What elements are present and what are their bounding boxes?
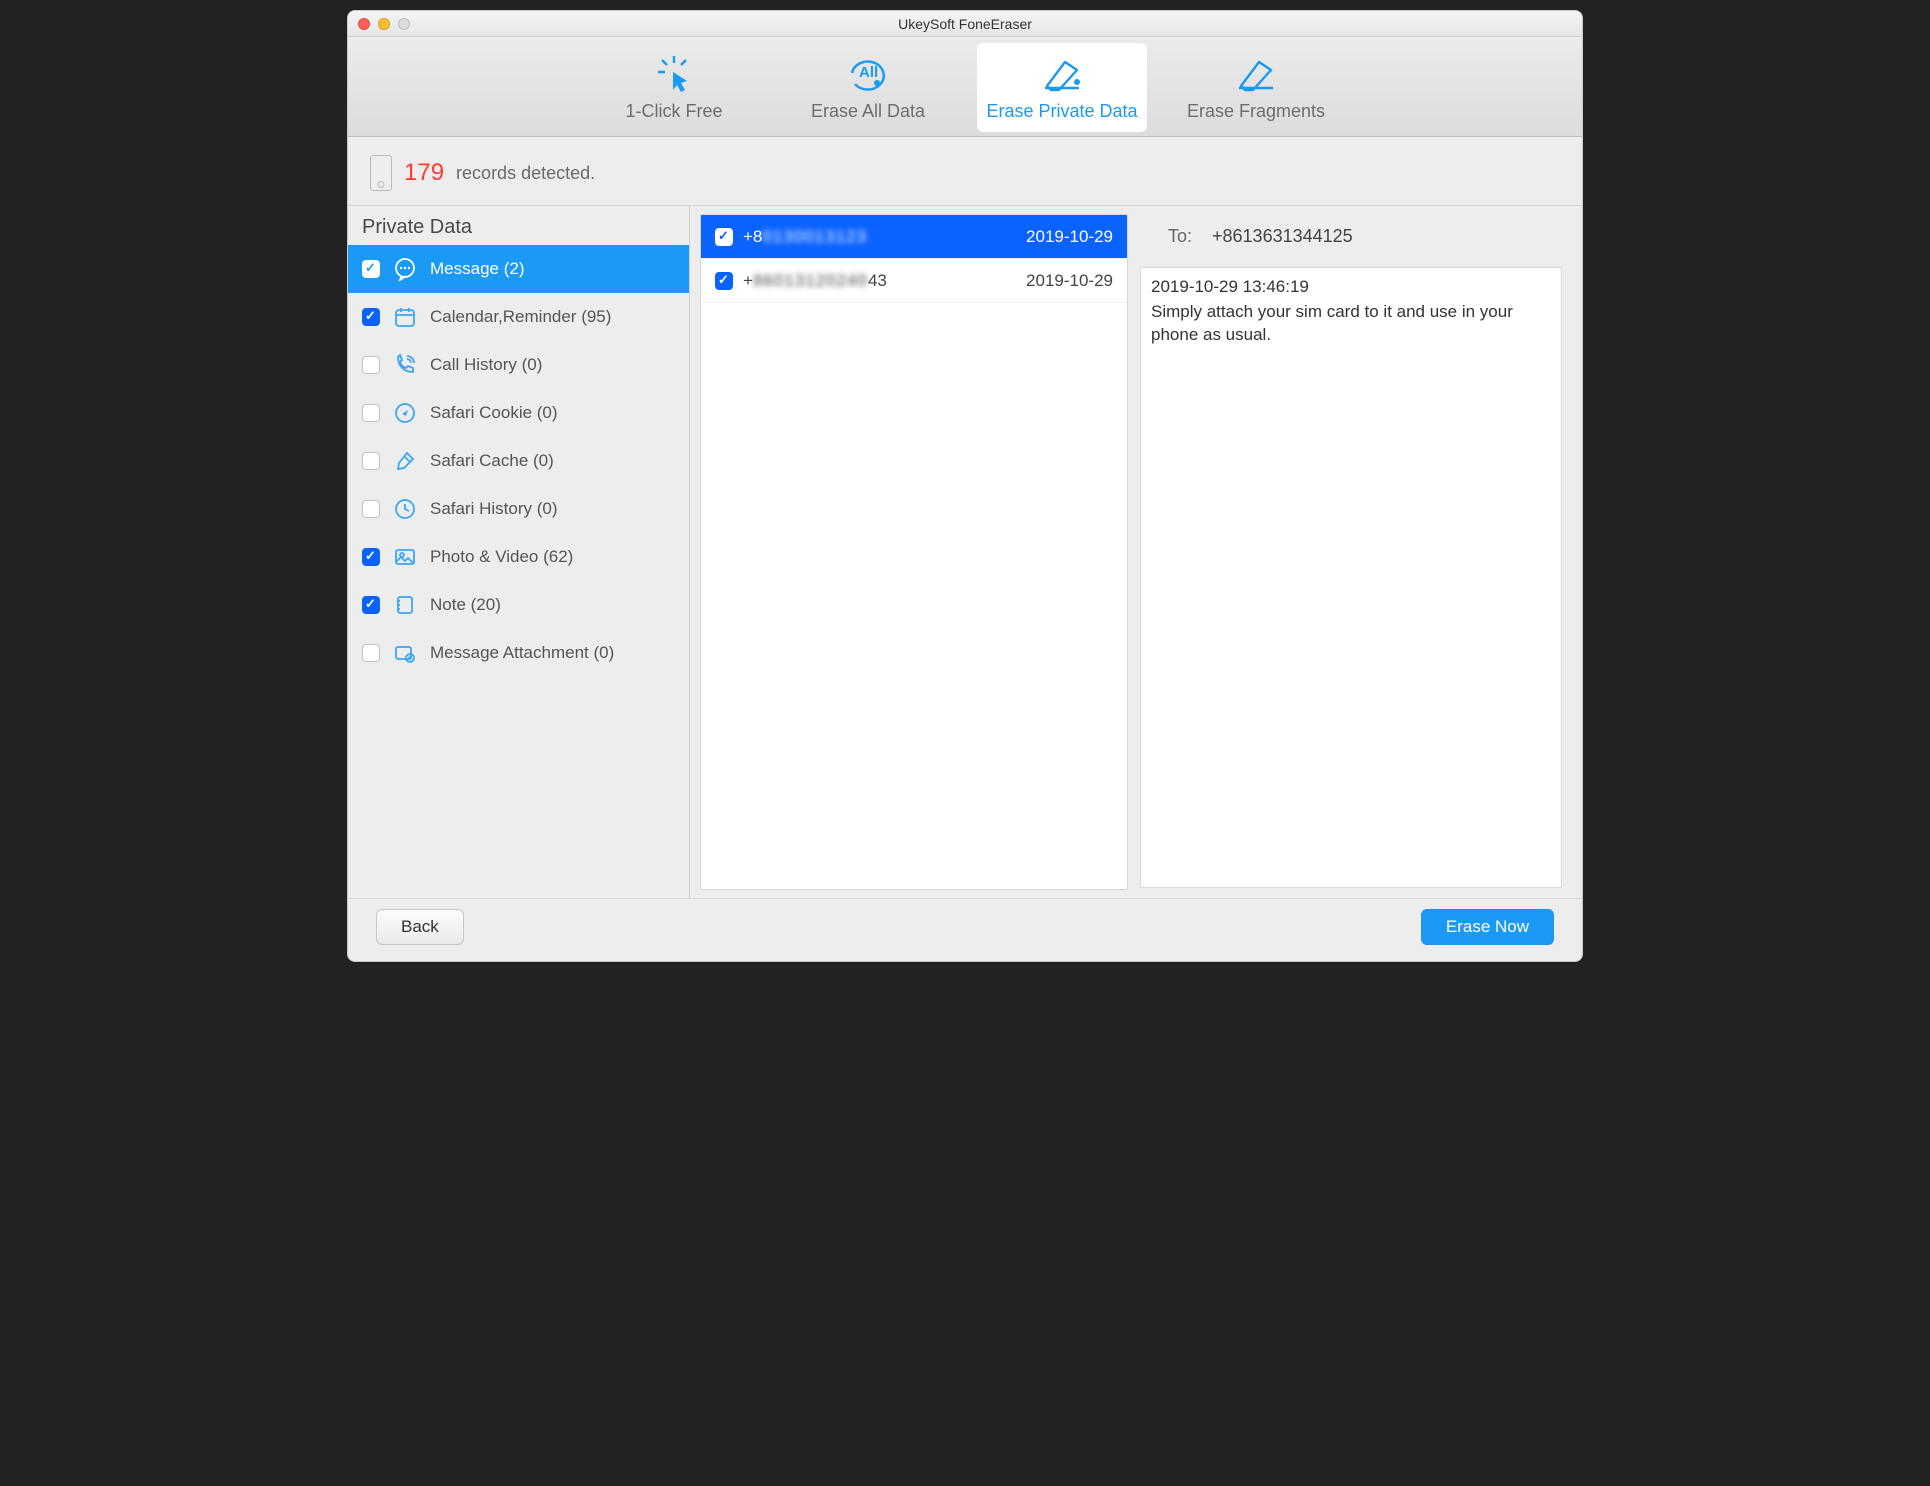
attachment-icon xyxy=(392,640,418,666)
detail-to-label: To: xyxy=(1168,226,1192,247)
sidebar-item-0[interactable]: Message (2) xyxy=(348,245,689,293)
checkbox[interactable] xyxy=(362,308,380,326)
tab-erase-fragments[interactable]: Erase Fragments xyxy=(1171,43,1341,132)
footer: Back Erase Now xyxy=(348,898,1582,961)
sidebar-item-7[interactable]: Note (20) xyxy=(348,581,689,629)
clock-icon xyxy=(392,496,418,522)
sidebar-item-1[interactable]: Calendar,Reminder (95) xyxy=(348,293,689,341)
sidebar-item-6[interactable]: Photo & Video (62) xyxy=(348,533,689,581)
category-list: Message (2) Calendar,Reminder (95) Call … xyxy=(348,245,689,898)
tab-erase-all-data[interactable]: All Erase All Data xyxy=(783,43,953,132)
checkbox[interactable] xyxy=(715,228,733,246)
erasefragments-icon xyxy=(1175,49,1337,97)
sidebar-item-label: Safari History (0) xyxy=(430,499,558,519)
sidebar-item-3[interactable]: Safari Cookie (0) xyxy=(348,389,689,437)
calendar-icon xyxy=(392,304,418,330)
back-button[interactable]: Back xyxy=(376,909,464,945)
callhistory-icon xyxy=(392,352,418,378)
sidebar-item-label: Safari Cookie (0) xyxy=(430,403,558,423)
checkbox[interactable] xyxy=(362,356,380,374)
main-toolbar: 1-Click Free All Erase All Data Erase Pr… xyxy=(348,37,1582,137)
checkbox[interactable] xyxy=(715,272,733,290)
sidebar-item-label: Call History (0) xyxy=(430,355,542,375)
checkbox[interactable] xyxy=(362,548,380,566)
sidebar-item-2[interactable]: Call History (0) xyxy=(348,341,689,389)
compass-icon xyxy=(392,400,418,426)
tab-label: Erase Private Data xyxy=(981,101,1143,122)
sidebar-item-label: Calendar,Reminder (95) xyxy=(430,307,611,327)
message-number: +80130013123 xyxy=(743,227,1016,247)
phone-icon xyxy=(370,155,392,191)
sidebar-item-8[interactable]: Message Attachment (0) xyxy=(348,629,689,677)
tab-erase-private-data[interactable]: Erase Private Data xyxy=(977,43,1147,132)
svg-text:All: All xyxy=(859,64,878,81)
message-list: +80130013123 2019-10-29 +8601312024043 2… xyxy=(700,214,1128,890)
tab-1click-free[interactable]: 1-Click Free xyxy=(589,43,759,132)
checkbox[interactable] xyxy=(362,404,380,422)
eraseprivate-icon xyxy=(981,49,1143,97)
checkbox[interactable] xyxy=(362,500,380,518)
records-count: 179 xyxy=(404,159,444,187)
sidebar-item-5[interactable]: Safari History (0) xyxy=(348,485,689,533)
detail-timestamp: 2019-10-29 13:46:19 xyxy=(1151,276,1551,299)
sidebar-item-label: Message (2) xyxy=(430,259,524,279)
tab-label: 1-Click Free xyxy=(593,101,755,122)
detail-panel: To: +8613631344125 2019-10-29 13:46:19 S… xyxy=(1128,206,1582,898)
detail-message: Simply attach your sim card to it and us… xyxy=(1151,301,1551,347)
records-text: records detected. xyxy=(456,163,595,184)
tab-label: Erase Fragments xyxy=(1175,101,1337,122)
content-area: Private Data Message (2) Calendar,Remind… xyxy=(348,206,1582,898)
message-row-1[interactable]: +8601312024043 2019-10-29 xyxy=(701,259,1127,303)
checkbox[interactable] xyxy=(362,452,380,470)
brush-icon xyxy=(392,448,418,474)
eraseall-icon: All xyxy=(787,49,949,97)
message-number: +8601312024043 xyxy=(743,271,1016,291)
photo-icon xyxy=(392,544,418,570)
sidebar-item-label: Photo & Video (62) xyxy=(430,547,573,567)
sidebar-item-4[interactable]: Safari Cache (0) xyxy=(348,437,689,485)
note-icon xyxy=(392,592,418,618)
status-bar: 179 records detected. xyxy=(348,137,1582,206)
message-date: 2019-10-29 xyxy=(1026,271,1113,291)
sidebar-item-label: Safari Cache (0) xyxy=(430,451,554,471)
sidebar: Private Data Message (2) Calendar,Remind… xyxy=(348,206,690,898)
message-list-panel: +80130013123 2019-10-29 +8601312024043 2… xyxy=(690,206,1128,898)
clickfree-icon xyxy=(593,49,755,97)
detail-header: To: +8613631344125 xyxy=(1128,206,1572,267)
window-title: UkeySoft FoneEraser xyxy=(348,16,1582,32)
message-date: 2019-10-29 xyxy=(1026,227,1113,247)
checkbox[interactable] xyxy=(362,644,380,662)
message-row-0[interactable]: +80130013123 2019-10-29 xyxy=(701,215,1127,259)
detail-body: 2019-10-29 13:46:19 Simply attach your s… xyxy=(1140,267,1562,888)
checkbox[interactable] xyxy=(362,260,380,278)
sidebar-title: Private Data xyxy=(348,206,689,245)
sidebar-item-label: Note (20) xyxy=(430,595,501,615)
tab-label: Erase All Data xyxy=(787,101,949,122)
erase-now-button[interactable]: Erase Now xyxy=(1421,909,1554,945)
message-icon xyxy=(392,256,418,282)
detail-to-number: +8613631344125 xyxy=(1212,226,1353,247)
titlebar: UkeySoft FoneEraser xyxy=(348,11,1582,37)
checkbox[interactable] xyxy=(362,596,380,614)
app-window: UkeySoft FoneEraser 1-Click Free All Era… xyxy=(347,10,1583,962)
sidebar-item-label: Message Attachment (0) xyxy=(430,643,614,663)
